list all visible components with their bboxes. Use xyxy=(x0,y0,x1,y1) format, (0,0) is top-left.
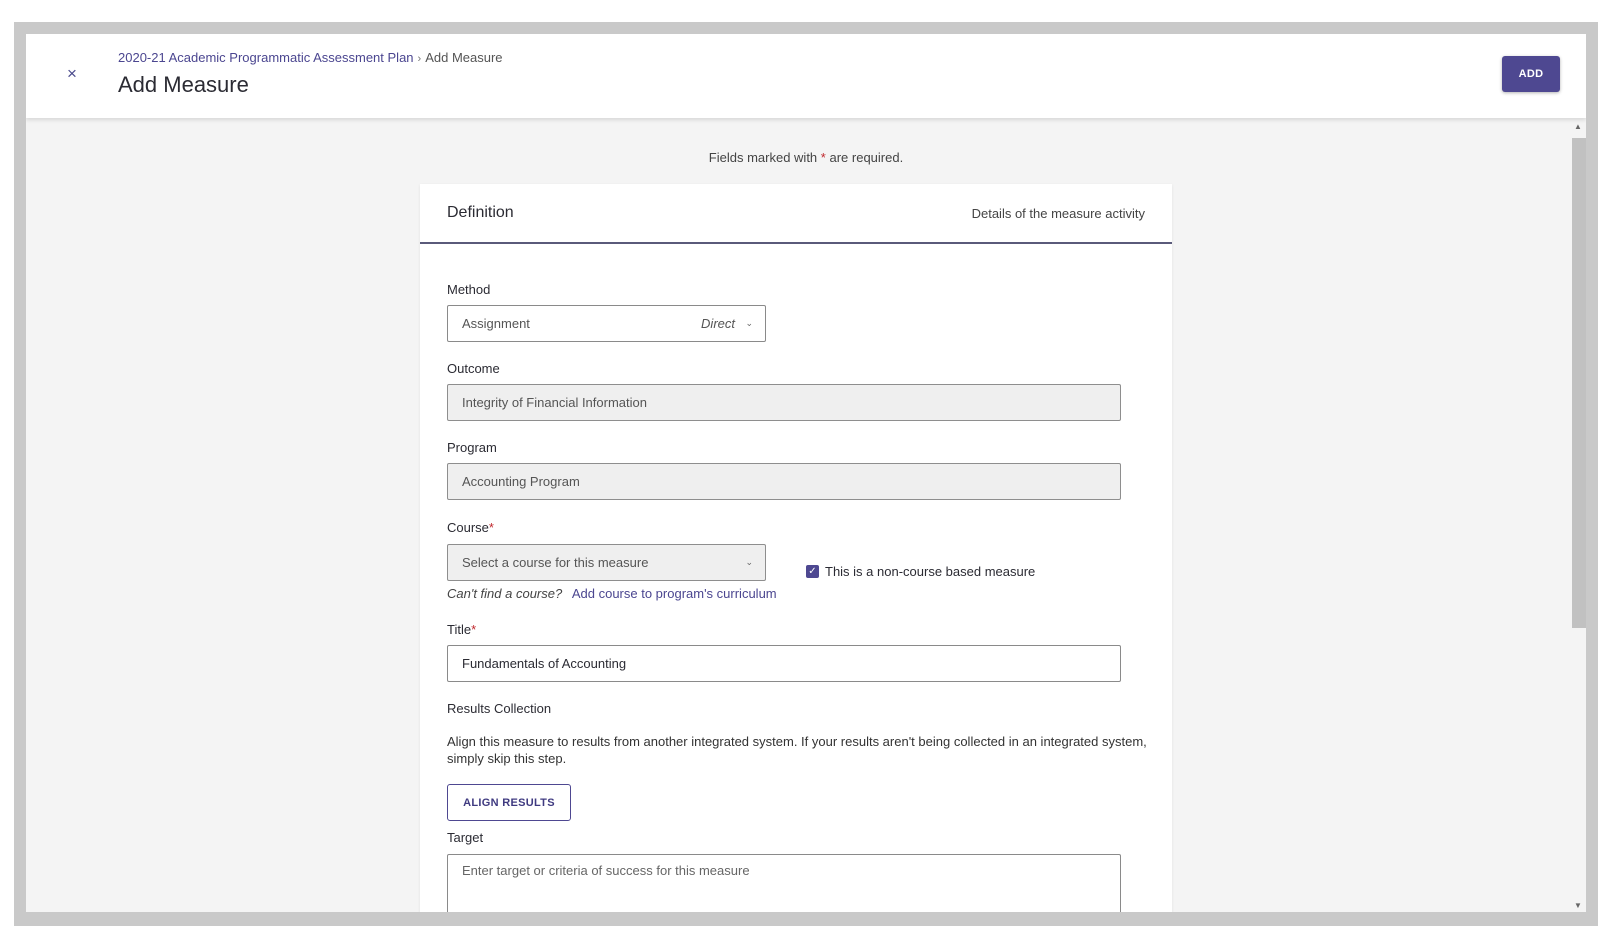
target-input[interactable]: Enter target or criteria of success for … xyxy=(447,854,1121,912)
checkbox-checked-icon[interactable]: ✓ xyxy=(806,565,819,578)
title-label: Title* xyxy=(447,622,476,637)
required-note-suffix: are required. xyxy=(829,150,904,165)
required-star: * xyxy=(820,150,826,165)
scroll-area[interactable]: Fields marked with * are required. Defin… xyxy=(26,118,1586,912)
course-label: Course* xyxy=(447,520,494,535)
definition-card: Definition Details of the measure activi… xyxy=(420,184,1172,912)
course-label-text: Course xyxy=(447,520,489,535)
title-required-star: * xyxy=(471,622,477,637)
chevron-down-icon: ⌄ xyxy=(745,318,753,328)
target-label: Target xyxy=(447,830,484,845)
course-placeholder: Select a course for this measure xyxy=(462,555,649,570)
course-required-star: * xyxy=(488,520,494,535)
add-button[interactable]: ADD xyxy=(1502,56,1560,92)
section-title: Definition xyxy=(447,204,514,221)
method-value: Assignment xyxy=(462,316,530,331)
required-note: Fields marked with * are required. xyxy=(26,150,1586,165)
chevron-down-icon: ⌄ xyxy=(745,557,753,567)
course-help-question: Can't find a course? xyxy=(447,586,563,601)
outcome-field: Integrity of Financial Information xyxy=(447,384,1121,421)
modal-window: × 2020-21 Academic Programmatic Assessme… xyxy=(26,34,1586,912)
page-title: Add Measure xyxy=(118,72,249,97)
section-subtitle: Details of the measure activity xyxy=(971,206,1145,221)
course-select[interactable]: Select a course for this measure ⌄ xyxy=(447,544,766,581)
scrollbar-thumb[interactable] xyxy=(1572,138,1586,628)
breadcrumb-parent-link[interactable]: 2020-21 Academic Programmatic Assessment… xyxy=(118,50,414,65)
card-header: Definition Details of the measure activi… xyxy=(420,184,1172,244)
align-results-button[interactable]: ALIGN RESULTS xyxy=(447,784,571,821)
modal-header: × 2020-21 Academic Programmatic Assessme… xyxy=(26,34,1586,118)
non-course-checkbox-label: This is a non-course based measure xyxy=(825,564,1036,579)
add-course-link[interactable]: Add course to program's curriculum xyxy=(572,586,777,601)
outcome-label: Outcome xyxy=(447,361,500,376)
title-label-text: Title xyxy=(447,622,472,637)
results-collection-description: Align this measure to results from anoth… xyxy=(447,734,1147,766)
close-icon[interactable]: × xyxy=(62,64,82,84)
scroll-down-icon[interactable]: ▼ xyxy=(1574,901,1582,910)
non-course-checkbox-row[interactable]: ✓ This is a non-course based measure xyxy=(806,564,1035,579)
scroll-up-icon[interactable]: ▲ xyxy=(1574,122,1582,131)
required-note-prefix: Fields marked with xyxy=(708,150,818,165)
chevron-right-icon: › xyxy=(417,53,422,65)
course-help: Can't find a course? Add course to progr… xyxy=(447,586,777,601)
breadcrumb-current: Add Measure xyxy=(425,50,503,65)
top-strip xyxy=(0,0,1624,22)
program-label: Program xyxy=(447,440,497,455)
program-field: Accounting Program xyxy=(447,463,1121,500)
results-collection-label: Results Collection xyxy=(447,701,552,716)
method-type-tag: Direct xyxy=(701,316,735,331)
vertical-scrollbar[interactable]: ▲ ▼ xyxy=(1570,122,1586,912)
method-select[interactable]: Assignment Direct ⌄ xyxy=(447,305,766,342)
breadcrumb: 2020-21 Academic Programmatic Assessment… xyxy=(118,50,503,65)
method-label: Method xyxy=(447,282,491,297)
title-input[interactable]: Fundamentals of Accounting xyxy=(447,645,1121,682)
